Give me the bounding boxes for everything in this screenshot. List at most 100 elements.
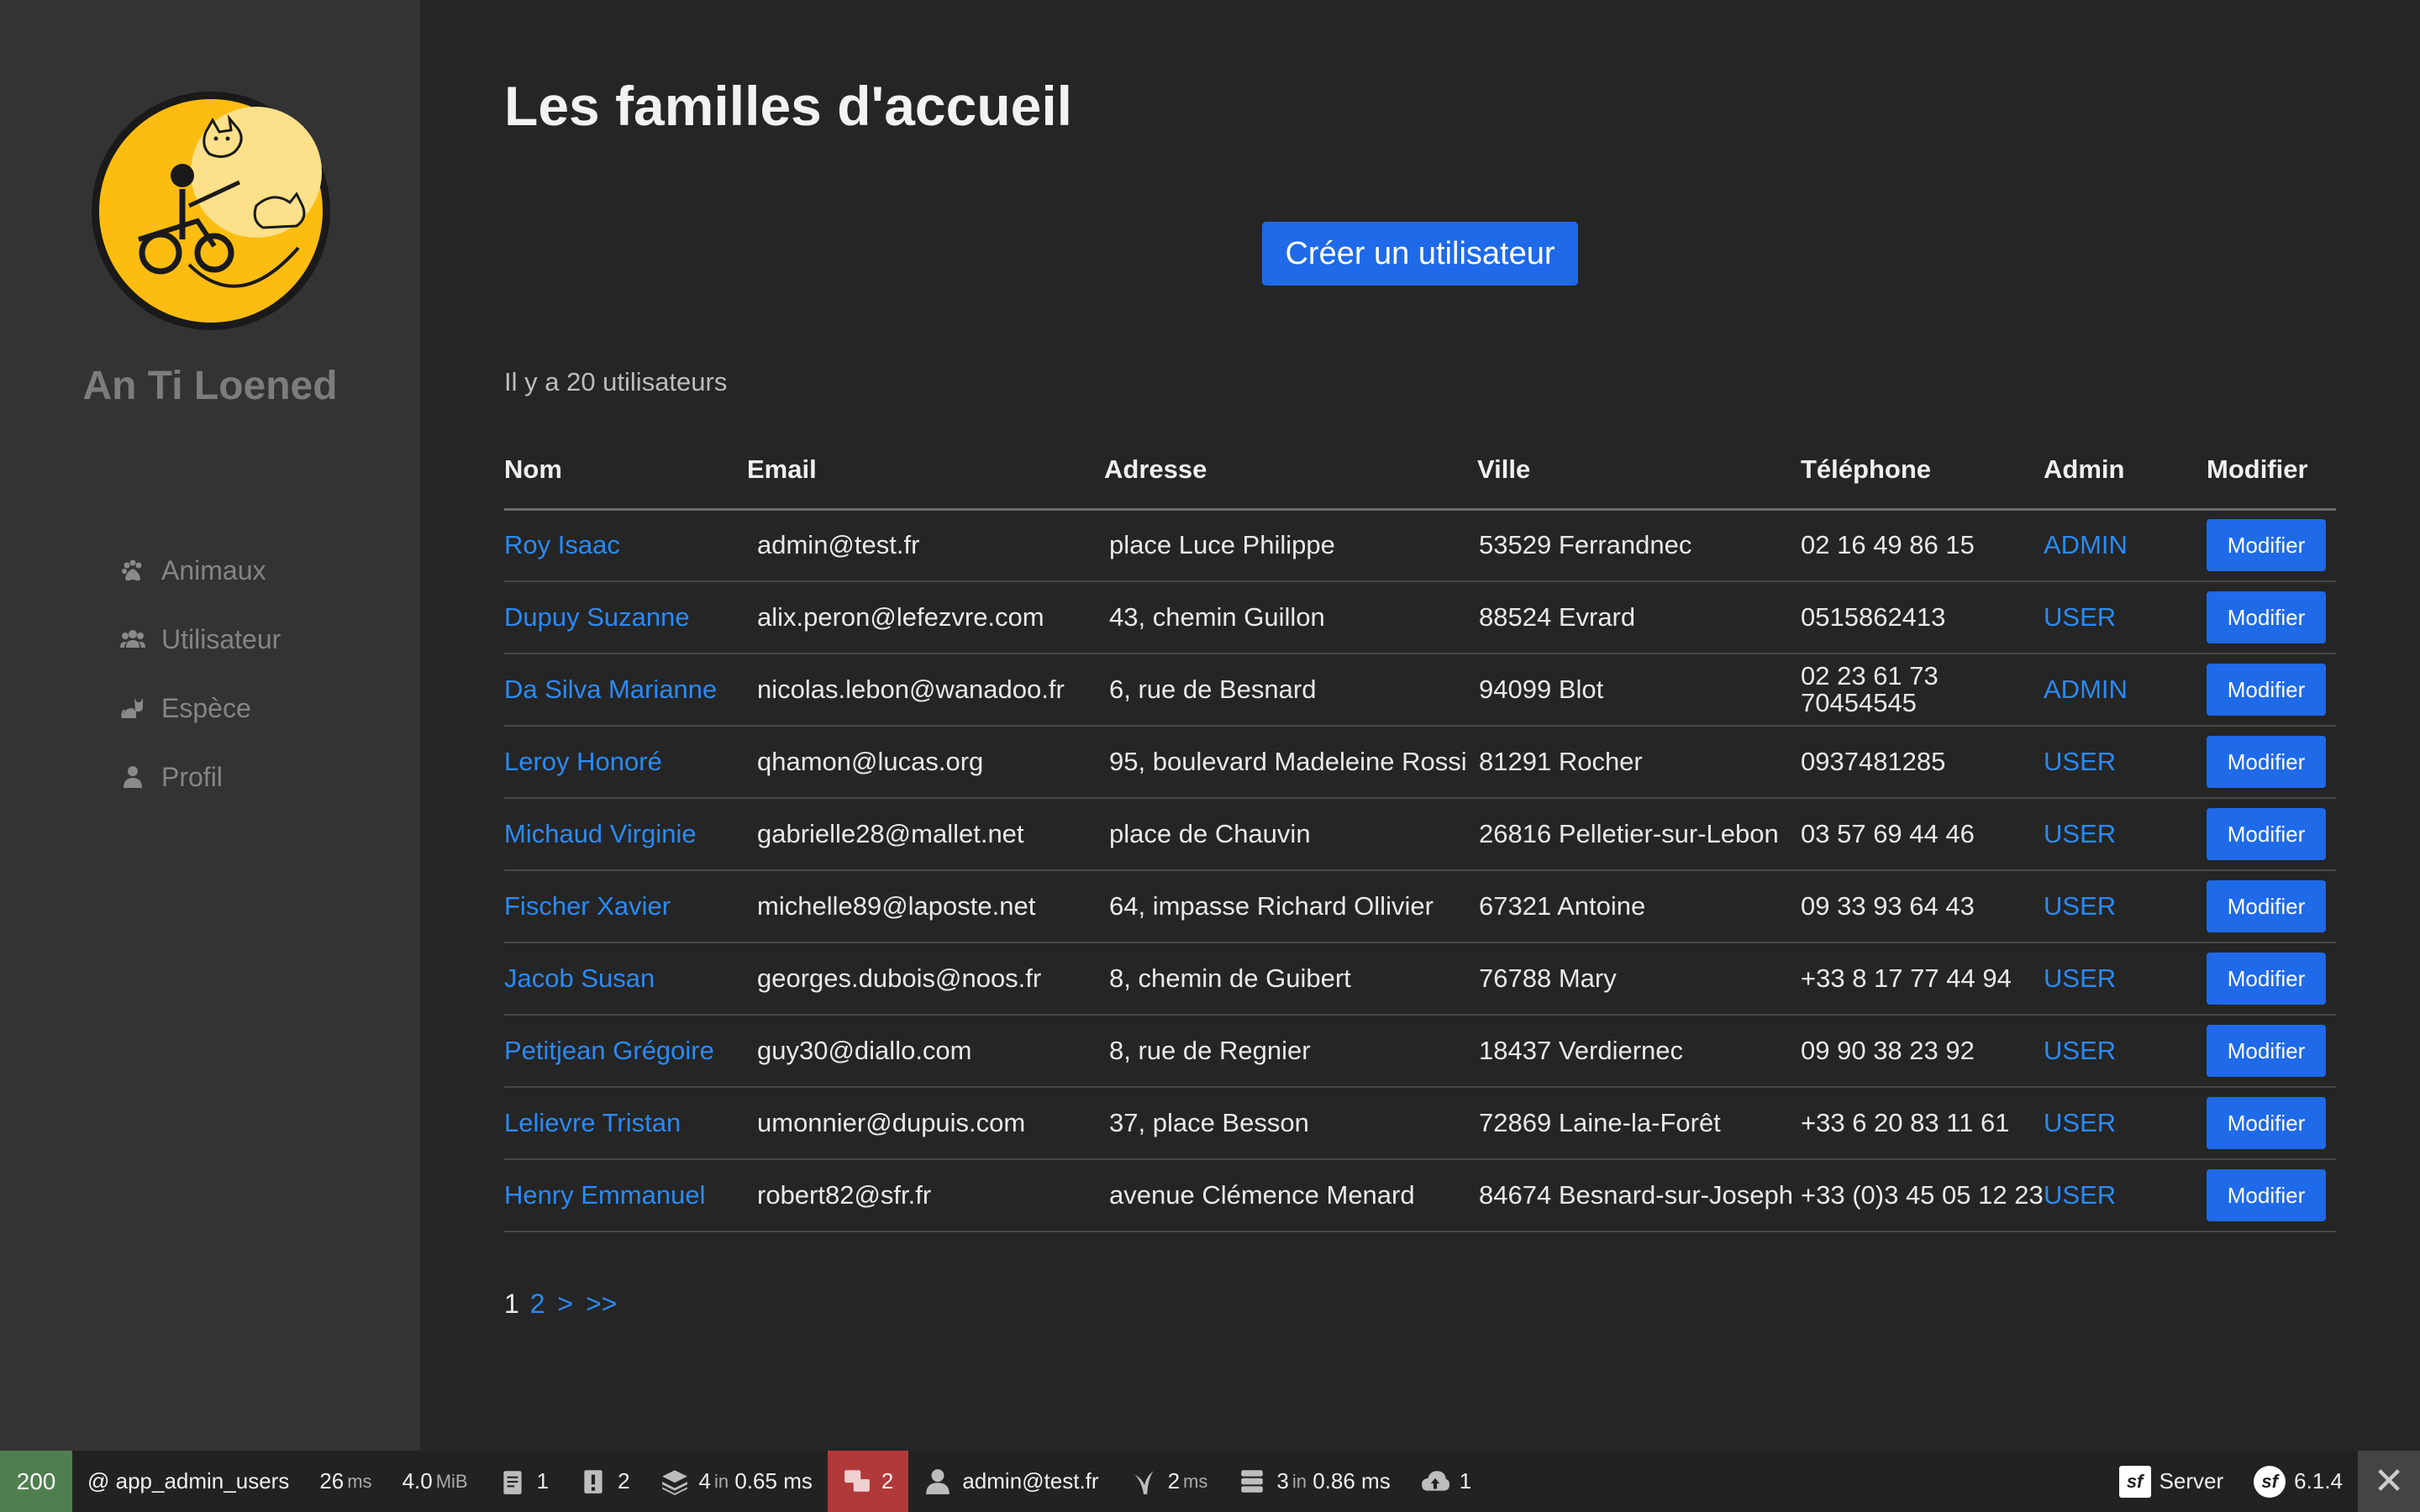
cell-nom-value[interactable]: Lelievre Tristan xyxy=(504,1108,681,1137)
cell-telephone-value: 0937481285 xyxy=(1801,747,1946,776)
modify-user-button[interactable]: Modifier xyxy=(2207,1097,2326,1149)
modify-user-button[interactable]: Modifier xyxy=(2207,1025,2326,1077)
next-page-link[interactable]: > xyxy=(557,1289,573,1319)
cell-email-value: michelle89@laposte.net xyxy=(757,891,1036,921)
cell-ville: 94099 Blot xyxy=(1477,654,1801,727)
time-value: 26 xyxy=(319,1468,345,1494)
symfony-version-panel[interactable]: sf 6.1.4 xyxy=(2238,1451,2358,1512)
modify-user-button[interactable]: Modifier xyxy=(2207,880,2326,932)
cell-admin-value[interactable]: USER xyxy=(2044,819,2116,848)
cell-adresse-value: 43, chemin Guillon xyxy=(1109,602,1325,632)
cell-nom-value[interactable]: Petitjean Grégoire xyxy=(504,1036,714,1065)
modify-user-button[interactable]: Modifier xyxy=(2207,808,2326,860)
create-user-button[interactable]: Créer un utilisateur xyxy=(1262,222,1578,286)
http-client-panel[interactable]: 1 xyxy=(1406,1451,1486,1512)
database-icon xyxy=(1241,1469,1264,1493)
database-panel[interactable]: 3 in 0.86 ms xyxy=(1223,1451,1405,1512)
cell-ville: 67321 Antoine xyxy=(1477,870,1801,943)
cell-nom-value[interactable]: Dupuy Suzanne xyxy=(504,602,690,632)
sidebar: An Ti Loened Animaux Utilisateur Espèce … xyxy=(0,0,420,1451)
cell-admin-value[interactable]: USER xyxy=(2044,1108,2116,1137)
table-row: Petitjean Grégoire guy30@diallo.com 8, rue… xyxy=(504,1015,2336,1088)
db-time: 0.86 ms xyxy=(1313,1468,1391,1494)
modify-user-button[interactable]: Modifier xyxy=(2207,664,2326,716)
cell-telephone: 0937481285 xyxy=(1801,726,2044,799)
modify-user-button[interactable]: Modifier xyxy=(2207,591,2326,643)
cell-telephone: 02 23 61 73 70454545 xyxy=(1801,654,2044,727)
cell-admin-value[interactable]: ADMIN xyxy=(2044,675,2128,704)
twig-time: 2 xyxy=(1167,1468,1181,1494)
status-code[interactable]: 200 xyxy=(0,1451,72,1512)
cell-ville-value: 81291 Rocher xyxy=(1479,747,1643,776)
sidebar-item-animaux[interactable]: Animaux xyxy=(116,536,281,605)
cell-adresse-value: 95, boulevard Madeleine Rossi xyxy=(1109,747,1467,776)
sidebar-item-label: Profil xyxy=(161,761,223,792)
sidebar-item-profil[interactable]: Profil xyxy=(116,743,281,811)
cell-admin-value[interactable]: USER xyxy=(2044,602,2116,632)
route-name[interactable]: @ app_admin_users xyxy=(72,1451,304,1512)
cell-admin-value[interactable]: ADMIN xyxy=(2044,530,2128,559)
table-row: Henry Emmanuel robert82@sfr.fr avenue Clém… xyxy=(504,1159,2336,1232)
cell-email: georges.dubois@noos.fr xyxy=(747,942,1104,1016)
table-row: Lelievre Tristan umonnier@dupuis.com 37, p… xyxy=(504,1087,2336,1160)
http-calls-count: 1 xyxy=(1459,1468,1472,1494)
cell-adresse-value: 37, place Besson xyxy=(1109,1108,1309,1137)
cell-nom-value[interactable]: Jacob Susan xyxy=(504,963,655,993)
server-panel[interactable]: sf Server xyxy=(2104,1451,2239,1512)
cell-adresse-value: 64, impasse Richard Ollivier xyxy=(1109,891,1434,921)
twig-panel[interactable]: 2 ms xyxy=(1114,1451,1223,1512)
sidebar-item-label: Animaux xyxy=(161,554,266,585)
cell-telephone-value: 09 90 38 23 92 xyxy=(1801,1036,1975,1065)
translations-panel[interactable]: 2 xyxy=(827,1451,909,1512)
cell-nom-value[interactable]: Fischer Xavier xyxy=(504,891,671,921)
cache-in-label: in xyxy=(714,1470,729,1492)
cell-ville-value: 18437 Verdiernec xyxy=(1479,1036,1684,1065)
cache-time: 0.65 ms xyxy=(734,1468,813,1494)
cell-nom-value[interactable]: Da Silva Marianne xyxy=(504,675,717,704)
cell-admin-value[interactable]: USER xyxy=(2044,891,2116,921)
last-page-link[interactable]: >> xyxy=(586,1289,617,1319)
request-time[interactable]: 26 ms xyxy=(304,1451,387,1512)
cell-nom: Petitjean Grégoire xyxy=(504,1015,747,1088)
cell-adresse: avenue Clémence Menard xyxy=(1104,1159,1477,1232)
cell-telephone: 09 90 38 23 92 xyxy=(1801,1015,2044,1088)
cell-ville-value: 67321 Antoine xyxy=(1479,891,1646,921)
modify-user-button[interactable]: Modifier xyxy=(2207,1169,2326,1221)
cell-adresse: 8, rue de Regnier xyxy=(1104,1015,1477,1088)
sidebar-item-espece[interactable]: Espèce xyxy=(116,674,281,743)
cell-admin-value[interactable]: USER xyxy=(2044,1036,2116,1065)
cell-admin-value[interactable]: USER xyxy=(2044,1180,2116,1210)
cell-modifier: Modifier xyxy=(2207,1159,2336,1232)
security-panel[interactable]: admin@test.fr xyxy=(908,1451,1113,1512)
cell-admin-value[interactable]: USER xyxy=(2044,747,2116,776)
cell-adresse-value: 8, chemin de Guibert xyxy=(1109,963,1351,993)
cell-nom-value[interactable]: Roy Isaac xyxy=(504,530,620,559)
warnings-panel[interactable]: 2 xyxy=(564,1451,644,1512)
sidebar-item-utilisateur[interactable]: Utilisateur xyxy=(116,605,281,674)
page-2-link[interactable]: 2 xyxy=(530,1289,545,1319)
column-header-adresse: Adresse xyxy=(1104,432,1477,511)
modify-user-button[interactable]: Modifier xyxy=(2207,953,2326,1005)
cell-ville: 88524 Evrard xyxy=(1477,581,1801,654)
page-title: Les familles d'accueil xyxy=(504,75,1073,137)
logs-panel[interactable]: 1 xyxy=(483,1451,564,1512)
cell-nom: Jacob Susan xyxy=(504,942,747,1016)
cell-admin: USER xyxy=(2044,798,2207,871)
symfony-logo-icon: sf xyxy=(2118,1465,2151,1498)
cell-nom: Dupuy Suzanne xyxy=(504,581,747,654)
cell-nom-value[interactable]: Michaud Virginie xyxy=(504,819,697,848)
cell-adresse: 64, impasse Richard Ollivier xyxy=(1104,870,1477,943)
close-toolbar-button[interactable]: ✕ xyxy=(2358,1451,2420,1512)
modify-user-button[interactable]: Modifier xyxy=(2207,519,2326,572)
modify-user-button[interactable]: Modifier xyxy=(2207,736,2326,788)
cell-telephone: +33 8 17 77 44 94 xyxy=(1801,942,2044,1016)
cell-admin-value[interactable]: USER xyxy=(2044,963,2116,993)
cell-nom-value[interactable]: Henry Emmanuel xyxy=(504,1180,705,1210)
cell-telephone: +33 (0)3 45 05 12 23 xyxy=(1801,1159,2044,1232)
cache-panel[interactable]: 4 in 0.65 ms xyxy=(645,1451,828,1512)
logo[interactable] xyxy=(88,88,334,333)
cell-nom-value[interactable]: Leroy Honoré xyxy=(504,747,662,776)
cell-telephone-value: 02 16 49 86 15 xyxy=(1801,530,1975,560)
memory-usage[interactable]: 4.0 MiB xyxy=(387,1451,483,1512)
cell-ville-value: 84674 Besnard-sur-Joseph xyxy=(1479,1180,1793,1210)
